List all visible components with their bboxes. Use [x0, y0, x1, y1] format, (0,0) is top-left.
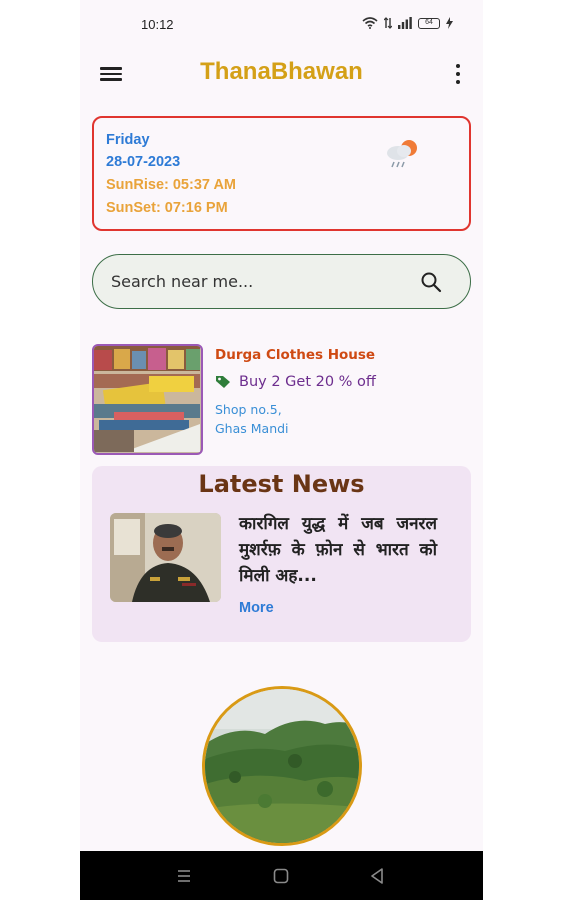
more-options-button[interactable] [451, 62, 465, 86]
news-more-link[interactable]: More [239, 600, 274, 616]
shop-card[interactable]: Durga Clothes House Buy 2 Get 20 % off S… [92, 344, 471, 456]
search-placeholder: Search near me... [111, 272, 254, 291]
shop-address-line2: Ghas Mandi [215, 421, 289, 436]
sunset-label: SunSet: 07:16 PM [106, 200, 228, 216]
date-label: 28-07-2023 [106, 154, 181, 170]
news-image [110, 513, 221, 602]
wifi-icon [362, 17, 378, 29]
search-icon[interactable] [420, 271, 442, 293]
sunrise-label: SunRise: 05:37 AM [106, 177, 236, 193]
latest-news-card: Latest News कारगिल युद्ध में जब जनरल मुश… [92, 466, 471, 642]
search-input[interactable]: Search near me... [92, 254, 471, 309]
shop-name: Durga Clothes House [215, 347, 376, 363]
charging-icon [446, 17, 453, 29]
app-title: ThanaBhawan [200, 58, 363, 85]
day-label: Friday [106, 132, 150, 148]
cloud-rain-sun-icon [387, 140, 417, 168]
app-bar: ThanaBhawan [80, 52, 483, 96]
status-icons: 64 [362, 17, 453, 29]
back-icon[interactable] [368, 867, 386, 885]
phone-screen: 10:12 64 ThanaBhawan Friday 28-07-2023 S… [80, 0, 483, 900]
place-image[interactable] [202, 686, 362, 846]
offer-text: Buy 2 Get 20 % off [239, 374, 376, 390]
news-heading: Latest News [198, 470, 365, 498]
data-icon [384, 17, 392, 29]
signal-icon [398, 17, 412, 29]
status-bar: 10:12 64 [80, 0, 483, 52]
recent-apps-icon[interactable] [175, 867, 193, 885]
tag-icon [216, 376, 230, 388]
shop-image [92, 344, 203, 455]
battery-icon: 64 [418, 17, 440, 29]
shop-address-line1: Shop no.5, [215, 402, 282, 417]
home-icon[interactable] [272, 867, 290, 885]
status-time: 10:12 [141, 17, 174, 32]
date-weather-card: Friday 28-07-2023 SunRise: 05:37 AM SunS… [92, 116, 471, 231]
system-nav-bar [80, 851, 483, 900]
offer-row: Buy 2 Get 20 % off [215, 374, 376, 390]
news-headline: कारगिल युद्ध में जब जनरल मुशर्रफ़ के फ़ो… [239, 514, 437, 586]
